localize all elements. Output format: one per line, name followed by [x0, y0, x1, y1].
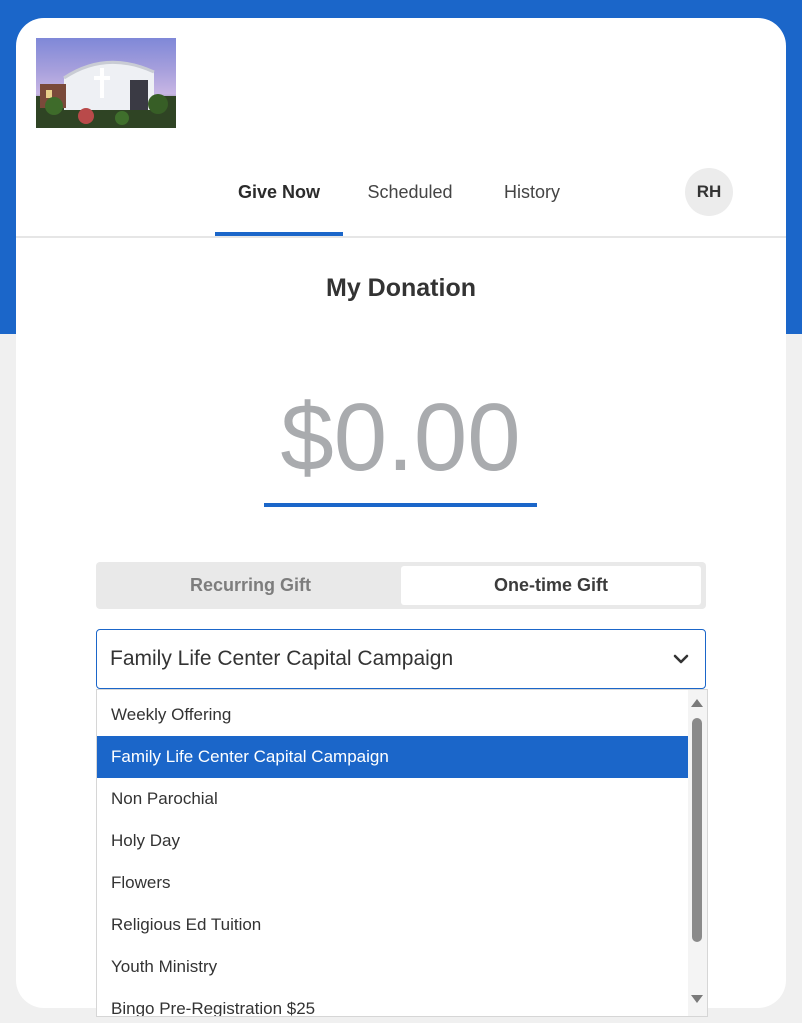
amount-input[interactable]: $0.00	[264, 378, 537, 498]
dropdown-scrollbar[interactable]	[688, 690, 707, 1016]
page-title: My Donation	[326, 274, 476, 302]
church-logo	[36, 38, 176, 128]
fund-option-weekly-offering[interactable]: Weekly Offering	[97, 694, 688, 736]
chevron-down-icon	[673, 654, 689, 664]
fund-select-value: Family Life Center Capital Campaign	[110, 647, 454, 670]
fund-option-holy-day[interactable]: Holy Day	[97, 820, 688, 862]
scroll-up-arrow-icon[interactable]	[691, 699, 703, 707]
scroll-down-arrow-icon[interactable]	[691, 995, 703, 1003]
tab-give-now[interactable]: Give Now	[215, 168, 343, 236]
fund-option-bingo-pre-registration[interactable]: Bingo Pre-Registration $25	[97, 988, 688, 1016]
fund-dropdown-list: Weekly Offering Family Life Center Capit…	[96, 689, 708, 1017]
fund-option-non-parochial[interactable]: Non Parochial	[97, 778, 688, 820]
fund-option-flowers[interactable]: Flowers	[97, 862, 688, 904]
user-avatar[interactable]: RH	[685, 168, 733, 216]
fund-option-youth-ministry[interactable]: Youth Ministry	[97, 946, 688, 988]
fund-option-religious-ed-tuition[interactable]: Religious Ed Tuition	[97, 904, 688, 946]
main-nav: Give Now Scheduled History RH	[16, 168, 786, 238]
fund-select[interactable]: Family Life Center Capital Campaign	[96, 629, 706, 689]
one-time-gift-option[interactable]: One-time Gift	[401, 566, 701, 605]
gift-type-toggle: Recurring Gift One-time Gift	[96, 562, 706, 609]
tab-scheduled[interactable]: Scheduled	[356, 168, 464, 236]
tab-history[interactable]: History	[484, 168, 580, 236]
scroll-thumb[interactable]	[692, 718, 702, 942]
recurring-gift-option[interactable]: Recurring Gift	[100, 566, 401, 605]
amount-underline	[264, 503, 537, 507]
fund-option-family-life-center[interactable]: Family Life Center Capital Campaign	[97, 736, 688, 778]
